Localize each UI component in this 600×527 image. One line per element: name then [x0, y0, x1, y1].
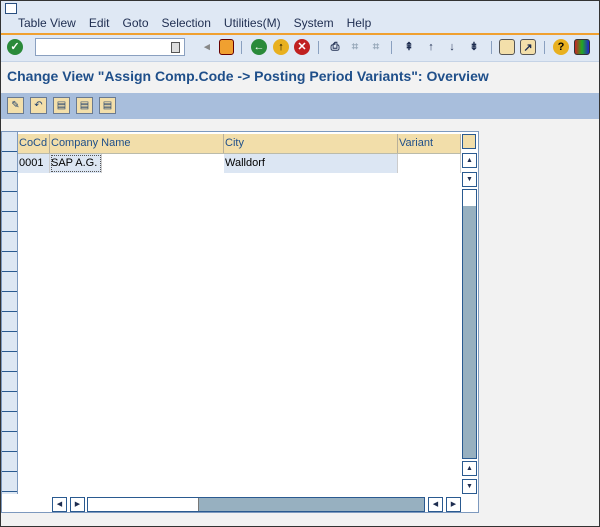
- last-page-icon[interactable]: ⇟: [466, 39, 482, 55]
- enter-icon[interactable]: ✓: [7, 39, 23, 55]
- scroll-right-end-icon[interactable]: ▶: [446, 497, 461, 512]
- vertical-scroll-thumb[interactable]: [462, 189, 477, 459]
- cancel-icon[interactable]: ✕: [294, 39, 310, 55]
- menu-bar: Table View Edit Goto Selection Utilities…: [1, 1, 599, 35]
- table-row: 0001 SAP A.G. Walldorf: [18, 154, 461, 173]
- first-page-icon[interactable]: ⇞: [401, 39, 417, 55]
- back-arrow-icon[interactable]: ◂: [199, 39, 215, 55]
- display-change-icon[interactable]: ✎: [7, 97, 24, 114]
- horizontal-scroll-thumb[interactable]: [88, 498, 199, 511]
- save-icon[interactable]: [219, 39, 234, 55]
- horizontal-scroll-track[interactable]: [87, 497, 425, 512]
- command-field[interactable]: [35, 38, 185, 56]
- help-icon[interactable]: ?: [553, 39, 569, 55]
- select-block-icon[interactable]: ▤: [76, 97, 93, 114]
- vertical-scrollbar[interactable]: ▲ ▼ ▲ ▼: [462, 153, 477, 495]
- page-title: Change View "Assign Comp.Code -> Posting…: [7, 68, 489, 84]
- scroll-up-icon[interactable]: ▲: [462, 153, 477, 168]
- column-header-cocd[interactable]: CoCd: [18, 134, 50, 153]
- layout-icon[interactable]: [574, 39, 590, 55]
- find-next-icon[interactable]: ⌗: [368, 39, 384, 55]
- menu-goto[interactable]: Goto: [123, 16, 149, 30]
- exit-icon[interactable]: ↑: [273, 39, 289, 55]
- page-up-icon[interactable]: ▲: [462, 461, 477, 476]
- cell-variant[interactable]: [398, 154, 461, 173]
- previous-page-icon[interactable]: ↑: [423, 39, 439, 55]
- print-icon[interactable]: ⎙: [327, 39, 343, 55]
- column-header-company-name[interactable]: Company Name: [50, 134, 224, 153]
- shortcut-icon[interactable]: ↗: [520, 39, 536, 55]
- menu-table-view[interactable]: Table View: [18, 16, 76, 30]
- menu-edit[interactable]: Edit: [89, 16, 110, 30]
- horizontal-scrollbar[interactable]: ◀ ▶ ◀ ▶: [52, 497, 462, 512]
- menu-help[interactable]: Help: [347, 16, 372, 30]
- deselect-all-icon[interactable]: ▤: [99, 97, 116, 114]
- back-icon[interactable]: ←: [251, 39, 267, 55]
- undo-icon[interactable]: ↶: [30, 97, 47, 114]
- create-session-icon[interactable]: [499, 39, 515, 55]
- select-all-icon[interactable]: ▤: [53, 97, 70, 114]
- column-header-city[interactable]: City: [224, 134, 398, 153]
- page-down-icon[interactable]: ▼: [462, 479, 477, 494]
- cell-company-name[interactable]: SAP A.G.: [50, 154, 102, 173]
- menu-selection[interactable]: Selection: [162, 16, 211, 30]
- application-toolbar: ✎ ↶ ▤ ▤ ▤: [1, 93, 599, 119]
- scroll-left-end-icon[interactable]: ◀: [428, 497, 443, 512]
- scroll-down-icon[interactable]: ▼: [462, 172, 477, 187]
- cell-cocd: 0001: [18, 154, 50, 173]
- menu-system[interactable]: System: [294, 16, 334, 30]
- row-selector-column[interactable]: [2, 132, 18, 494]
- table-control: CoCd Company Name City Variant 0001 SAP …: [1, 131, 479, 513]
- scroll-right-icon[interactable]: ▶: [70, 497, 85, 512]
- next-page-icon[interactable]: ↓: [444, 39, 460, 55]
- history-dropdown-icon[interactable]: [171, 42, 180, 53]
- cell-city: Walldorf: [224, 154, 398, 173]
- system-menu-icon[interactable]: [5, 3, 17, 14]
- table-header: CoCd Company Name City Variant: [18, 134, 461, 154]
- find-icon[interactable]: ⌗: [347, 39, 363, 55]
- scroll-left-icon[interactable]: ◀: [52, 497, 67, 512]
- table-settings-icon[interactable]: [462, 134, 476, 149]
- column-header-variant[interactable]: Variant: [398, 134, 461, 153]
- standard-toolbar: ✓ ◂ ← ↑ ✕ ⎙ ⌗ ⌗ ⇞ ↑ ↓ ⇟ ↗ ?: [1, 35, 599, 62]
- menu-utilities[interactable]: Utilities(M): [224, 16, 281, 30]
